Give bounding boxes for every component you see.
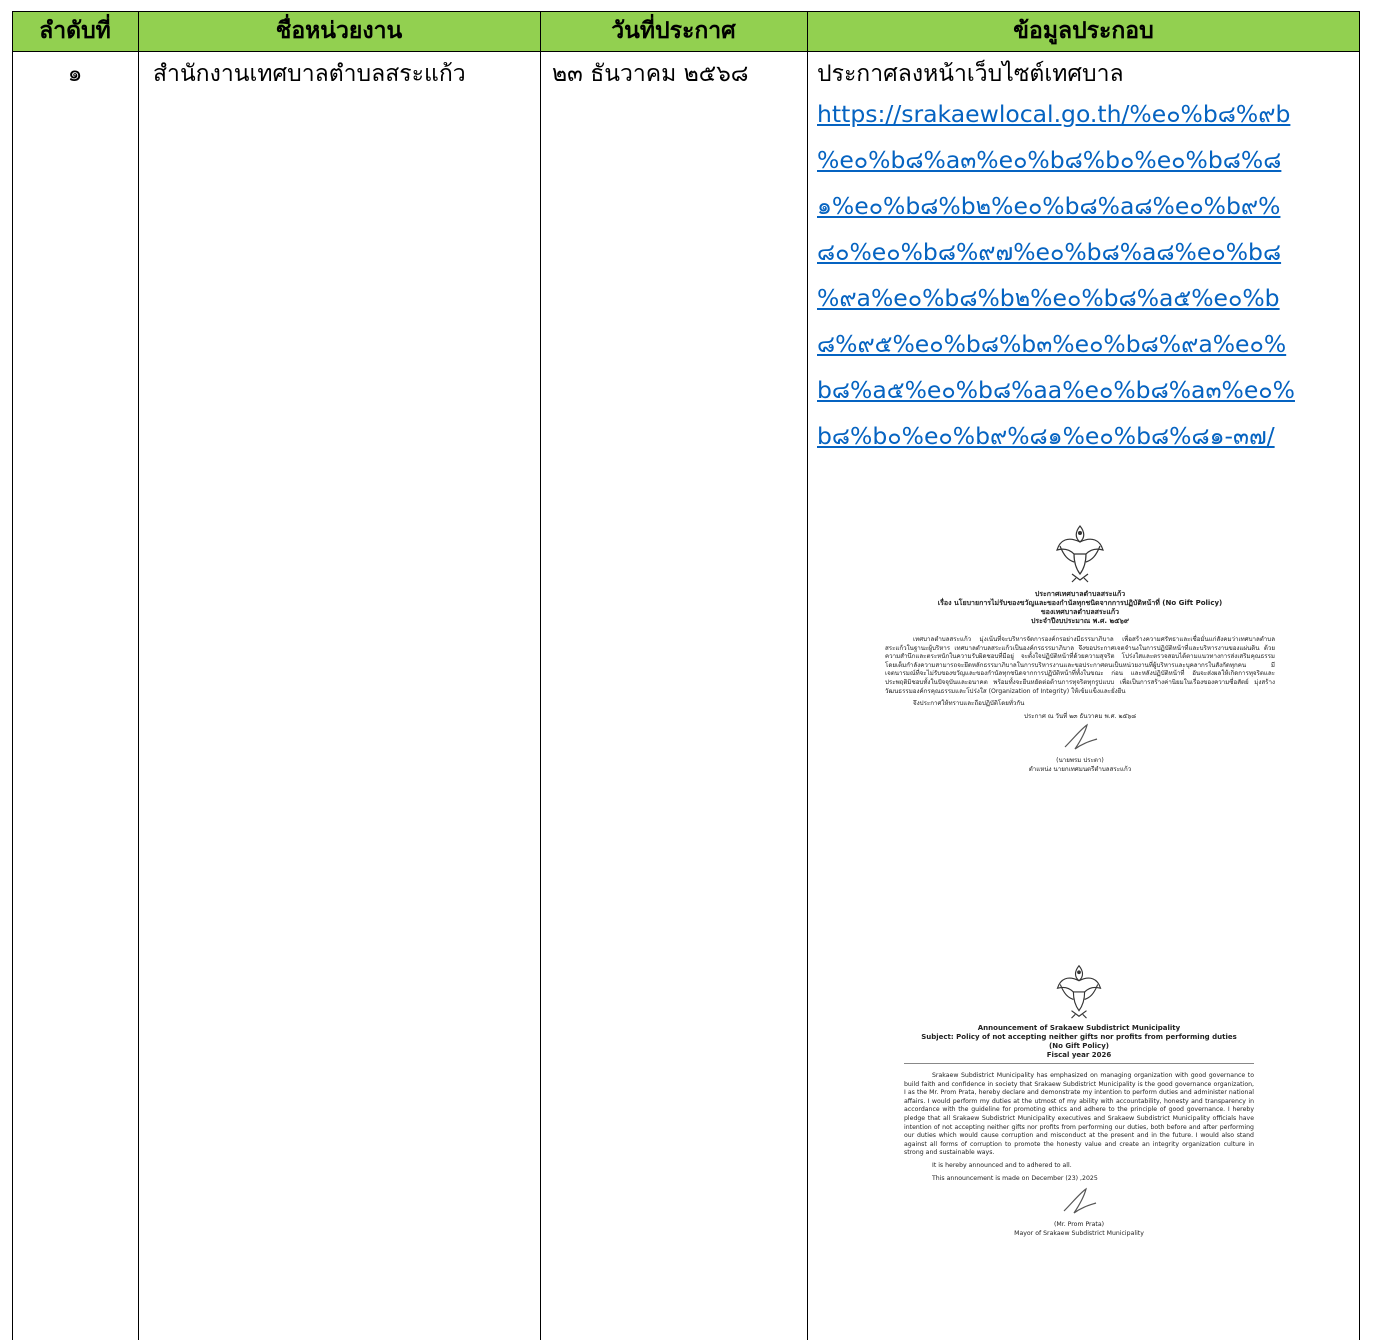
- garuda-emblem-icon: [1056, 525, 1104, 583]
- link-line[interactable]: %๙a%e๐%b๘%b๒%e๐%b๘%a๕%e๐%b: [817, 275, 1352, 321]
- thai-doc-position: ตำแหน่ง นายกเทศมนตรีตำบลสระแก้ว: [1028, 765, 1132, 773]
- link-line[interactable]: ๘๐%e๐%b๘%๙๗%e๐%b๘%a๘%e๐%b๘: [817, 229, 1352, 275]
- thai-announcement-image: ประกาศเทศบาลตำบลสระแก้ว เรื่อง นโยบายการ…: [885, 522, 1275, 775]
- announce-date: ๒๓ ธันวาคม ๒๕๖๘: [552, 61, 749, 87]
- eng-doc-subject: Subject: Policy of not accepting neither…: [921, 1033, 1237, 1041]
- column-border: [12, 11, 13, 1340]
- eng-doc-title: Announcement of Srakaew Subdistrict Muni…: [977, 1024, 1181, 1032]
- link-line[interactable]: ๘%๙๕%e๐%b๘%b๓%e๐%b๘%๙a%e๐%: [817, 321, 1352, 367]
- eng-doc-date: This announcement is made on December (2…: [932, 1174, 1098, 1182]
- header-date: วันที่ประกาศ: [611, 18, 736, 44]
- header-agency: ชื่อหน่วยงาน: [275, 18, 403, 44]
- row-number: ๑: [67, 61, 83, 87]
- thai-doc-signer: (นายพรม ประตา): [1056, 757, 1104, 765]
- link-line[interactable]: ๑%e๐%b๘%b๒%e๐%b๘%a๘%e๐%b๙%: [817, 183, 1352, 229]
- signature-icon: [1064, 723, 1098, 750]
- title-divider: [1050, 629, 1110, 630]
- eng-doc-body: Srakaew Subdistrict Municipality has emp…: [904, 1072, 1254, 1157]
- garuda-emblem-icon: [1056, 964, 1102, 1019]
- thai-doc-date: ประกาศ ณ วันที่ ๒๓ ธันวาคม พ.ศ. ๒๕๖๘: [1024, 712, 1136, 720]
- thai-doc-org: ของเทศบาลตำบลสระแก้ว: [1040, 608, 1120, 616]
- website-link[interactable]: https://srakaewlocal.go.th/%e๐%b๘%๙b %e๐…: [817, 91, 1352, 459]
- info-heading: ประกาศลงหน้าเว็บไซต์เทศบาล: [817, 61, 1124, 87]
- table-border-top: [12, 11, 1360, 12]
- eng-doc-year: Fiscal year 2026: [1046, 1051, 1112, 1059]
- header-divider: [12, 51, 1360, 52]
- thai-doc-body: เทศบาลตำบลสระแก้ว มุ่งเน้นที่จะบริหารจัด…: [885, 636, 1275, 695]
- header-number: ลำดับที่: [39, 18, 111, 44]
- thai-doc-title: ประกาศเทศบาลตำบลสระแก้ว: [1034, 590, 1126, 598]
- eng-doc-position: Mayor of Srakaew Subdistrict Municipalit…: [1014, 1229, 1144, 1237]
- thai-doc-subject: เรื่อง นโยบายการไม่รับของขวัญและของกำนัล…: [937, 599, 1223, 607]
- eng-doc-signer: (Mr. Prom Prata): [1053, 1221, 1105, 1229]
- signature-icon: [1063, 1187, 1097, 1214]
- column-border: [138, 11, 139, 1340]
- link-line[interactable]: https://srakaewlocal.go.th/%e๐%b๘%๙b: [817, 91, 1352, 137]
- thai-doc-year: ประจำปีงบประมาณ พ.ศ. ๒๕๖๙: [1030, 617, 1130, 625]
- header-info: ข้อมูลประกอบ: [1013, 18, 1154, 44]
- column-border: [807, 11, 808, 1340]
- link-line[interactable]: %e๐%b๘%a๓%e๐%b๘%b๐%e๐%b๘%๘: [817, 137, 1352, 183]
- english-announcement-image: Announcement of Srakaew Subdistrict Muni…: [904, 962, 1254, 1238]
- thai-doc-announce: จึงประกาศให้ทราบและถือปฏิบัติโดยทั่วกัน: [913, 700, 1025, 708]
- eng-doc-announce: It is hereby announced and to adhered to…: [932, 1161, 1072, 1169]
- column-border: [1359, 11, 1360, 1340]
- link-line[interactable]: b๘%a๕%e๐%b๘%aa%e๐%b๘%a๓%e๐%: [817, 367, 1352, 413]
- agency-name: สำนักงานเทศบาลตำบลสระแก้ว: [153, 61, 466, 87]
- title-divider: [904, 1063, 1254, 1064]
- link-line[interactable]: b๘%b๐%e๐%b๙%๘๑%e๐%b๘%๘๑-๓๗/: [817, 413, 1352, 459]
- eng-doc-policy: (No Gift Policy): [1049, 1042, 1109, 1050]
- column-border: [540, 11, 541, 1340]
